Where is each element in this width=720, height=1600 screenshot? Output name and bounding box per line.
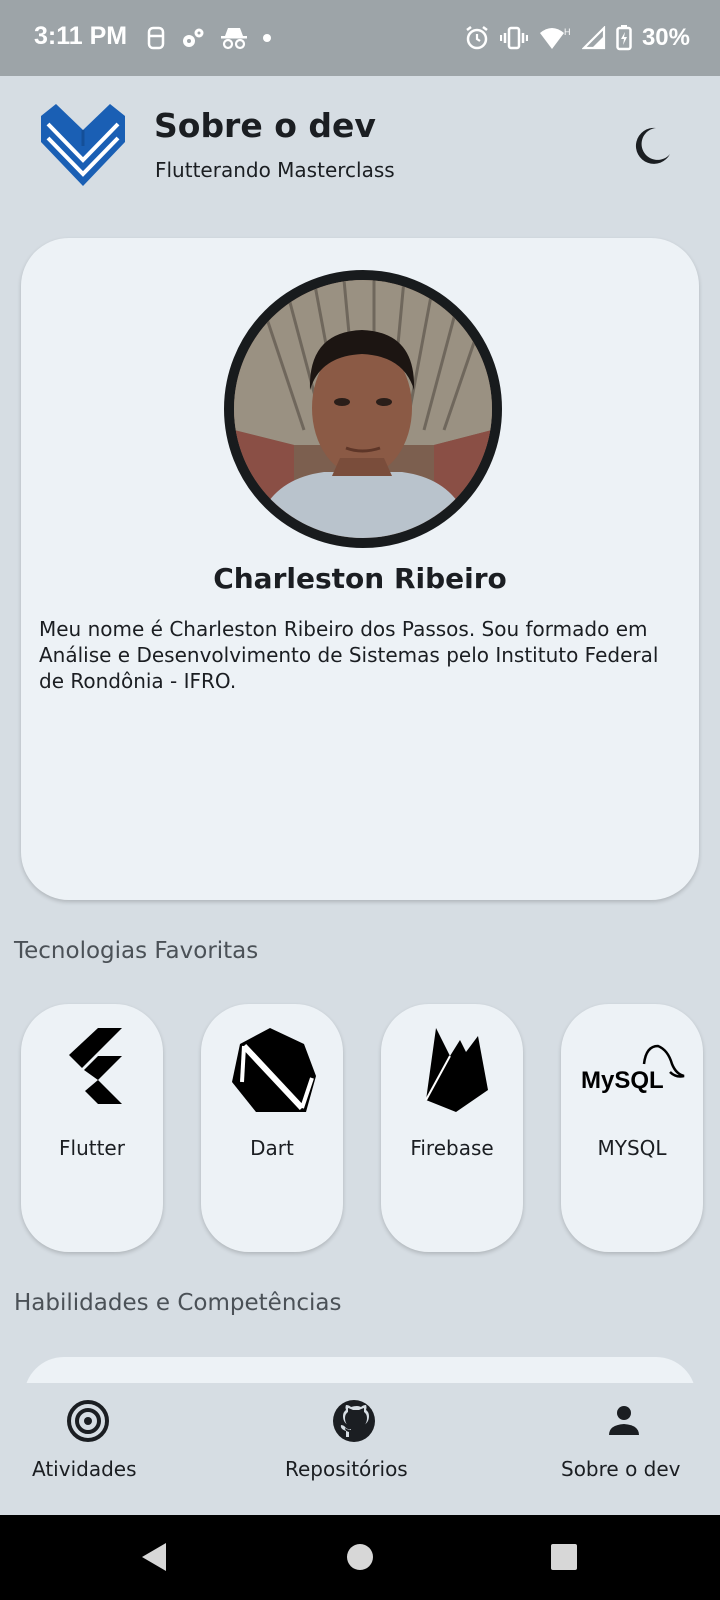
battery-icon bbox=[616, 25, 632, 51]
firebase-logo-icon bbox=[425, 1028, 488, 1112]
system-navigation-bar bbox=[0, 1515, 720, 1600]
tech-card-mysql[interactable]: MySQL MYSQL bbox=[561, 1004, 703, 1252]
technologies-section-title: Tecnologias Favoritas bbox=[14, 938, 259, 964]
nav-item-repositorios[interactable]: Repositórios bbox=[270, 1383, 450, 1515]
profile-name: Charleston Ribeiro bbox=[213, 562, 507, 595]
tech-card-dart[interactable]: Dart bbox=[201, 1004, 343, 1252]
status-bar: 3:11 PM H 30% bbox=[0, 0, 720, 76]
dart-logo-icon bbox=[232, 1028, 316, 1112]
back-icon[interactable] bbox=[132, 1535, 176, 1579]
tech-card-firebase[interactable]: Firebase bbox=[381, 1004, 523, 1252]
status-left-icons bbox=[146, 22, 272, 54]
incognito-icon bbox=[221, 28, 247, 50]
avatar-photo bbox=[234, 280, 492, 538]
tech-label: MYSQL bbox=[597, 1136, 667, 1160]
nav-label: Sobre o dev bbox=[561, 1457, 681, 1481]
dot-icon bbox=[263, 34, 271, 42]
heart-logo-icon bbox=[41, 104, 125, 186]
mysql-logo-icon: MySQL bbox=[581, 1044, 685, 1094]
theme-toggle-button[interactable] bbox=[626, 122, 674, 170]
nav-item-sobre-o-dev[interactable]: Sobre o dev bbox=[540, 1383, 720, 1515]
vibrate-icon bbox=[499, 26, 528, 50]
alarm-icon bbox=[466, 26, 488, 50]
github-icon bbox=[333, 1400, 375, 1442]
flutter-logo-icon bbox=[69, 1028, 122, 1104]
avatar bbox=[224, 270, 502, 548]
page-title: Sobre o dev bbox=[154, 106, 376, 145]
notification-icon bbox=[147, 26, 165, 50]
signal-icon bbox=[581, 26, 606, 50]
settings-icon bbox=[183, 28, 204, 47]
nav-item-atividades[interactable]: Atividades bbox=[0, 1383, 180, 1515]
target-icon bbox=[67, 1400, 109, 1442]
page-subtitle: Flutterando Masterclass bbox=[155, 158, 395, 182]
profile-card: Charleston Ribeiro Meu nome é Charleston… bbox=[21, 238, 699, 900]
battery-percentage: 30% bbox=[641, 24, 690, 51]
person-icon bbox=[609, 1406, 639, 1435]
tech-card-flutter[interactable]: Flutter bbox=[21, 1004, 163, 1252]
svg-text:H: H bbox=[564, 27, 571, 37]
moon-icon bbox=[635, 127, 670, 164]
status-time: 3:11 PM bbox=[34, 22, 128, 50]
tech-label: Firebase bbox=[410, 1136, 494, 1160]
skills-section-title: Habilidades e Competências bbox=[14, 1290, 342, 1316]
mysql-logo-text: MySQL bbox=[581, 1067, 664, 1094]
tech-label: Flutter bbox=[59, 1136, 125, 1160]
nav-label: Repositórios bbox=[285, 1457, 408, 1481]
profile-bio: Meu nome é Charleston Ribeiro dos Passos… bbox=[39, 617, 659, 693]
nav-label: Atividades bbox=[32, 1457, 137, 1481]
wifi-icon: H bbox=[539, 27, 571, 49]
recents-icon[interactable] bbox=[542, 1535, 586, 1579]
bottom-nav: Atividades Repositórios Sobre o dev bbox=[0, 1383, 720, 1515]
home-icon[interactable] bbox=[338, 1535, 382, 1579]
tech-label: Dart bbox=[250, 1136, 294, 1160]
status-right-icons: H 30% bbox=[464, 20, 690, 56]
